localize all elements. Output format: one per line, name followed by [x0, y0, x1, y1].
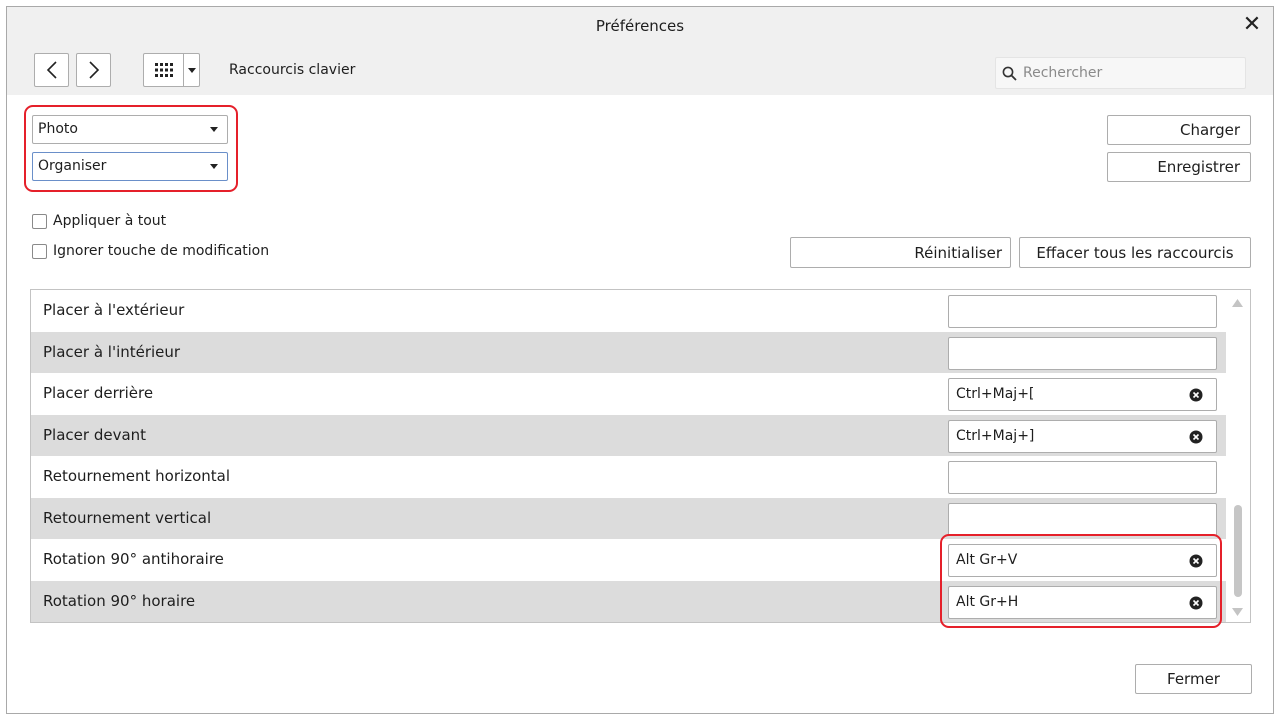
view-grid-button[interactable] — [143, 53, 200, 87]
chevron-right-icon — [88, 61, 99, 79]
shortcut-name: Retournement vertical — [43, 508, 212, 527]
shortcut-name: Rotation 90° antihoraire — [43, 550, 224, 568]
caret-down-icon — [210, 127, 218, 132]
load-button[interactable]: Charger — [1107, 115, 1251, 145]
shortcut-key-field[interactable] — [948, 295, 1217, 328]
shortcut-key: Ctrl+Maj+[ — [956, 386, 1035, 402]
window-title: Préférences — [595, 17, 685, 35]
ignore-modifier-checkbox[interactable]: Ignorer touche de modification — [32, 241, 269, 261]
table-row[interactable]: Rotation 90° antihoraire Alt Gr+V — [31, 539, 1227, 581]
category-select[interactable]: Organiser — [32, 152, 228, 181]
close-icon[interactable]: ✕ — [1239, 11, 1265, 39]
table-row[interactable]: Rotation 90° horaire Alt Gr+H — [31, 580, 1227, 622]
apply-all-label: Appliquer à tout — [53, 213, 167, 229]
ignore-modifier-label: Ignorer touche de modification — [53, 243, 270, 259]
table-row[interactable]: Retournement horizontal — [31, 456, 1227, 498]
app-select-value: Photo — [38, 121, 78, 137]
reset-button[interactable]: Réinitialiser — [790, 237, 1011, 268]
search-icon — [1002, 66, 1017, 81]
preferences-window: Préférences ✕ Raccourcis clavier Recherc… — [6, 6, 1274, 714]
view-dropdown-toggle[interactable] — [184, 54, 199, 86]
shortcut-list: Placer à l'extérieur Placer à l'intérieu… — [30, 289, 1251, 623]
section-title: Raccourcis clavier — [229, 62, 356, 78]
shortcut-key: Ctrl+Maj+] — [956, 427, 1035, 444]
close-button[interactable]: Fermer — [1135, 664, 1252, 694]
shortcut-key: Alt Gr+H — [956, 593, 1019, 610]
forward-button[interactable] — [76, 53, 111, 87]
shortcut-name: Placer à l'extérieur — [43, 301, 185, 319]
vertical-scrollbar[interactable] — [1226, 290, 1250, 622]
caret-down-icon — [187, 67, 196, 73]
shortcut-key-field[interactable]: Ctrl+Maj+[ — [948, 378, 1217, 411]
table-row[interactable]: Placer devant Ctrl+Maj+] — [31, 414, 1227, 456]
back-button[interactable] — [34, 53, 69, 87]
save-button[interactable]: Enregistrer — [1107, 152, 1251, 182]
shortcut-key-field[interactable]: Alt Gr+V — [948, 544, 1217, 577]
shortcut-key-field[interactable]: Alt Gr+H — [948, 585, 1217, 619]
shortcut-name: Placer devant — [43, 425, 147, 444]
table-row[interactable]: Placer à l'intérieur — [31, 331, 1227, 373]
clear-circle-icon[interactable] — [1189, 388, 1203, 402]
clear-circle-icon[interactable] — [1189, 430, 1203, 444]
shortcut-key-field[interactable] — [948, 502, 1217, 536]
clear-circle-icon[interactable] — [1189, 596, 1203, 610]
table-row[interactable]: Placer derrière Ctrl+Maj+[ — [31, 373, 1227, 415]
shortcut-name: Placer derrière — [43, 384, 154, 402]
shortcut-name: Placer à l'intérieur — [43, 342, 181, 361]
shortcut-key: Alt Gr+V — [956, 552, 1018, 568]
scrollbar-thumb[interactable] — [1234, 505, 1242, 597]
search-box[interactable] — [995, 57, 1246, 89]
clear-all-button[interactable]: Effacer tous les raccourcis — [1019, 237, 1251, 268]
chevron-left-icon — [46, 61, 57, 79]
scroll-up-icon[interactable] — [1232, 299, 1243, 307]
checkbox-box[interactable] — [32, 213, 47, 229]
title-bar: Préférences ✕ — [7, 7, 1273, 45]
shortcut-name: Rotation 90° horaire — [43, 591, 196, 610]
shortcut-key-field[interactable]: Ctrl+Maj+] — [948, 419, 1217, 453]
caret-down-icon — [210, 164, 218, 169]
checkbox-box[interactable] — [32, 243, 47, 259]
shortcut-name: Retournement horizontal — [43, 467, 230, 485]
app-select[interactable]: Photo — [32, 115, 228, 144]
clear-circle-icon[interactable] — [1189, 554, 1203, 568]
table-row[interactable]: Placer à l'extérieur — [31, 290, 1227, 332]
table-row[interactable]: Retournement vertical — [31, 497, 1227, 539]
category-select-value: Organiser — [38, 158, 107, 174]
scroll-down-icon[interactable] — [1232, 608, 1243, 616]
shortcut-key-field[interactable] — [948, 461, 1217, 494]
apply-all-checkbox[interactable]: Appliquer à tout — [32, 211, 166, 231]
search-input[interactable] — [1023, 65, 1233, 81]
grid-icon[interactable] — [144, 54, 184, 86]
shortcut-key-field[interactable] — [948, 336, 1217, 370]
toolbar: Raccourcis clavier — [7, 45, 1273, 95]
